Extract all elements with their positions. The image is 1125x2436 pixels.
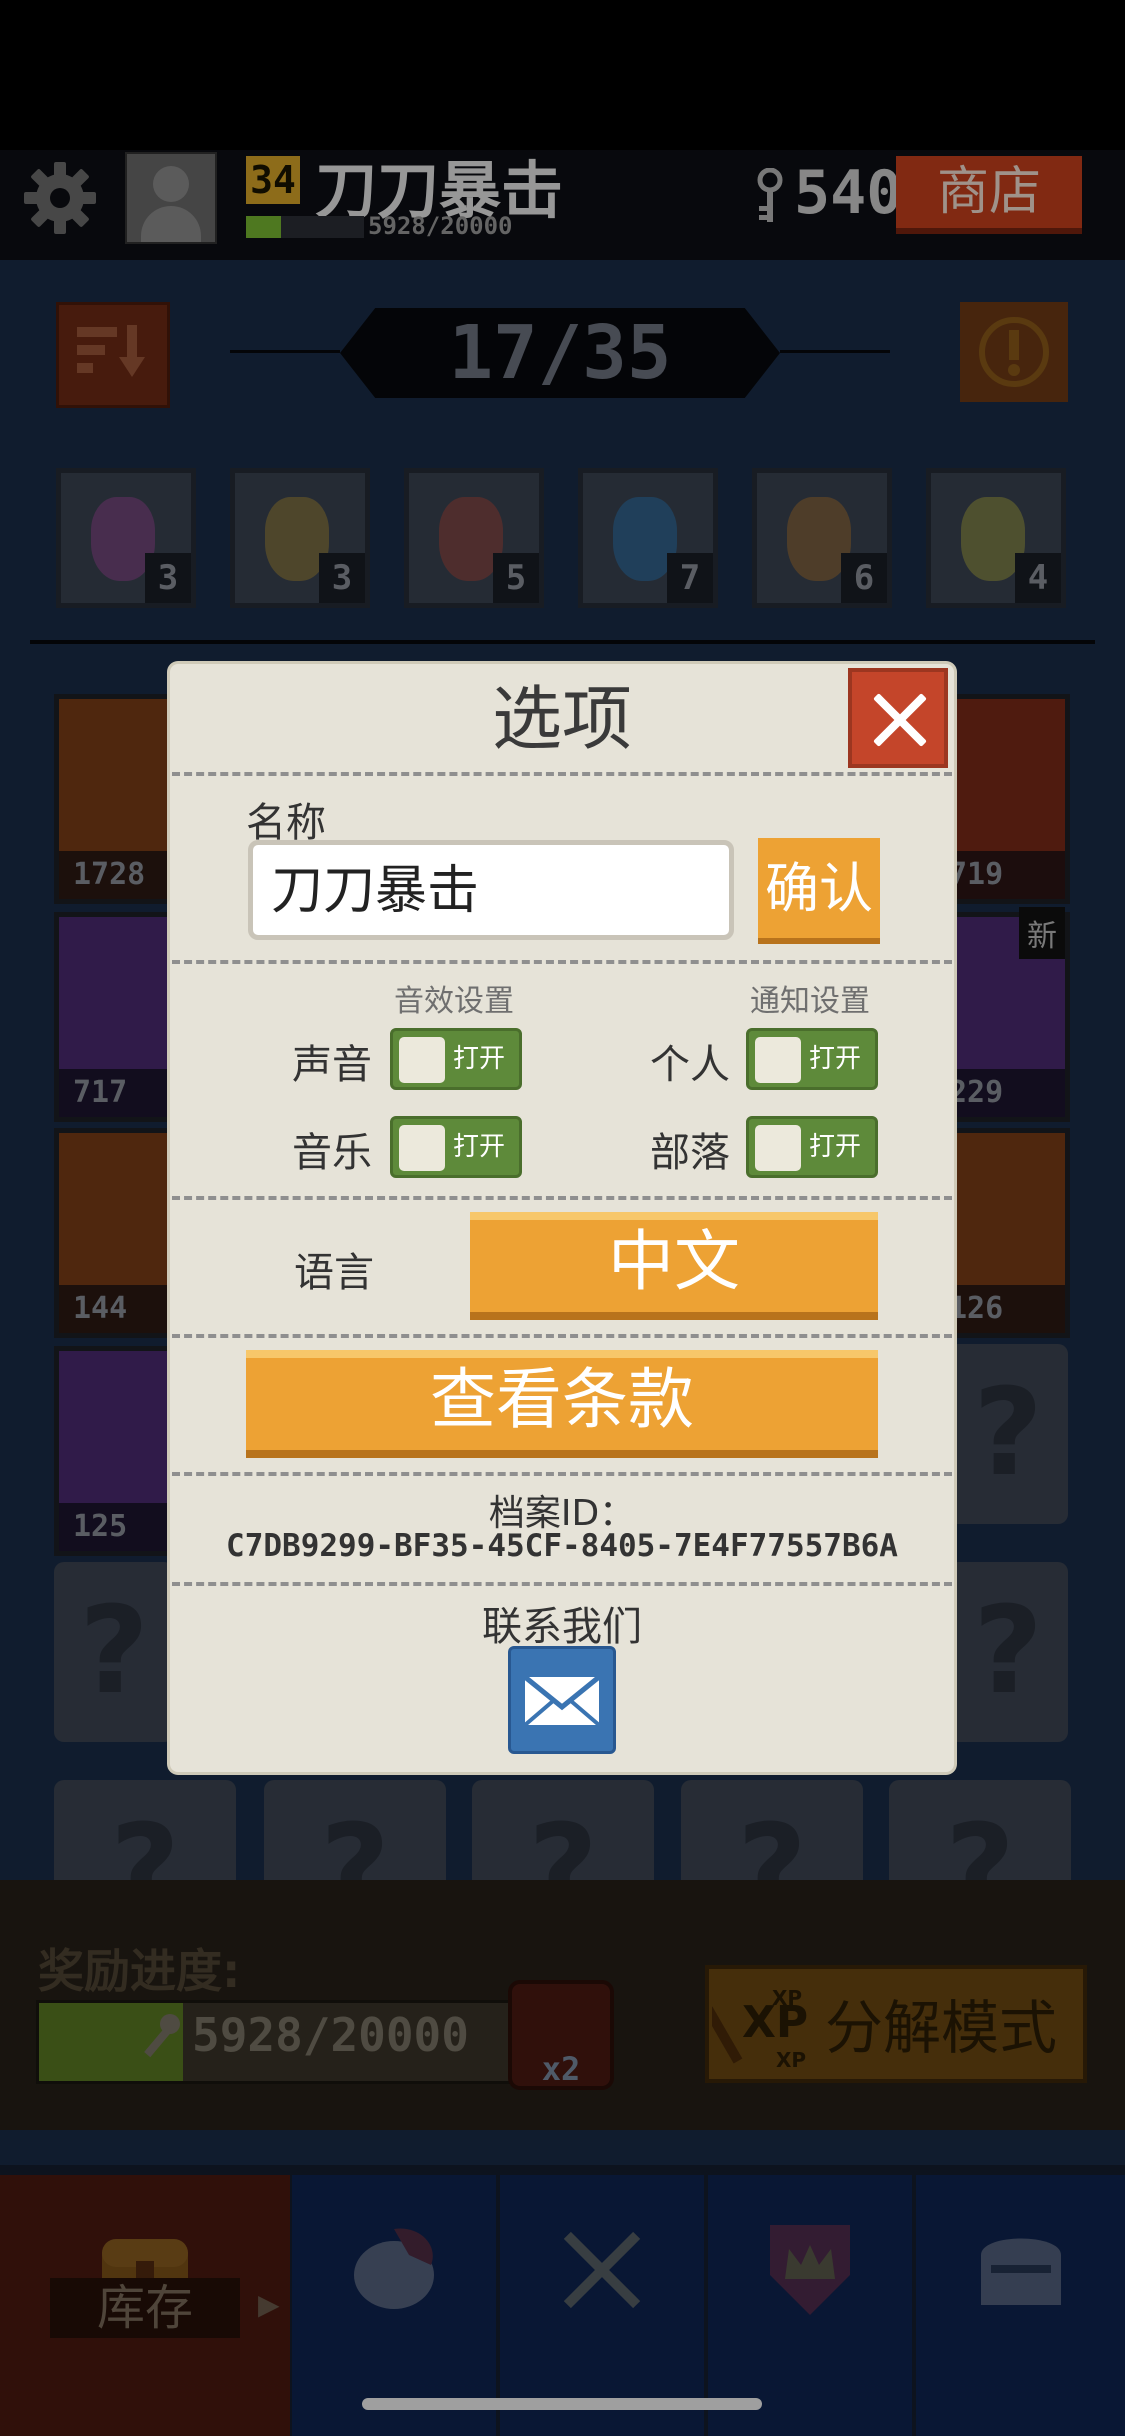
toggle-knob [755,1125,801,1171]
music-label: 音乐 [292,1130,372,1176]
divider [172,960,952,964]
language-value: 中文 [608,1223,740,1300]
view-terms-label: 查看条款 [430,1361,694,1438]
music-toggle[interactable]: 打开 [390,1116,522,1178]
mail-icon [523,1675,601,1727]
language-button[interactable]: 中文 [470,1212,878,1320]
toggle-label: 打开 [453,1132,506,1162]
notification-settings-label: 通知设置 [750,984,870,1019]
divider [172,772,952,776]
divider [172,1472,952,1476]
divider [172,1334,952,1338]
toggle-label: 打开 [453,1044,506,1074]
tribe-notification-toggle[interactable]: 打开 [746,1116,878,1178]
sound-settings-label: 音效设置 [394,984,514,1019]
toggle-label: 打开 [809,1132,862,1162]
sound-label: 声音 [292,1042,372,1088]
contact-us-button[interactable] [508,1646,616,1754]
toggle-knob [399,1125,445,1171]
personal-notification-toggle[interactable]: 打开 [746,1028,878,1090]
close-button[interactable] [848,668,948,768]
divider [172,1196,952,1200]
tribe-label: 部落 [650,1130,730,1176]
toggle-knob [755,1037,801,1083]
confirm-button[interactable]: 确认 [758,838,880,944]
button-highlight [246,1350,878,1358]
sound-toggle[interactable]: 打开 [390,1028,522,1090]
profile-id-value: C7DB9299-BF35-45CF-8405-7E4F77557B6A [226,1528,898,1564]
toggle-knob [399,1037,445,1083]
button-highlight [470,1212,878,1220]
app-screen: 34 刀刀暴击 5928/20000 540 商店 17/35 335764 1… [0,0,1125,2436]
name-input[interactable]: 刀刀暴击 [248,840,734,940]
contact-us-label: 联系我们 [482,1604,642,1650]
personal-label: 个人 [650,1042,730,1088]
view-terms-button[interactable]: 查看条款 [246,1350,878,1458]
modal-title: 选项 [492,678,632,760]
divider [172,1582,952,1586]
language-label: 语言 [294,1250,374,1296]
toggle-label: 打开 [809,1044,862,1074]
